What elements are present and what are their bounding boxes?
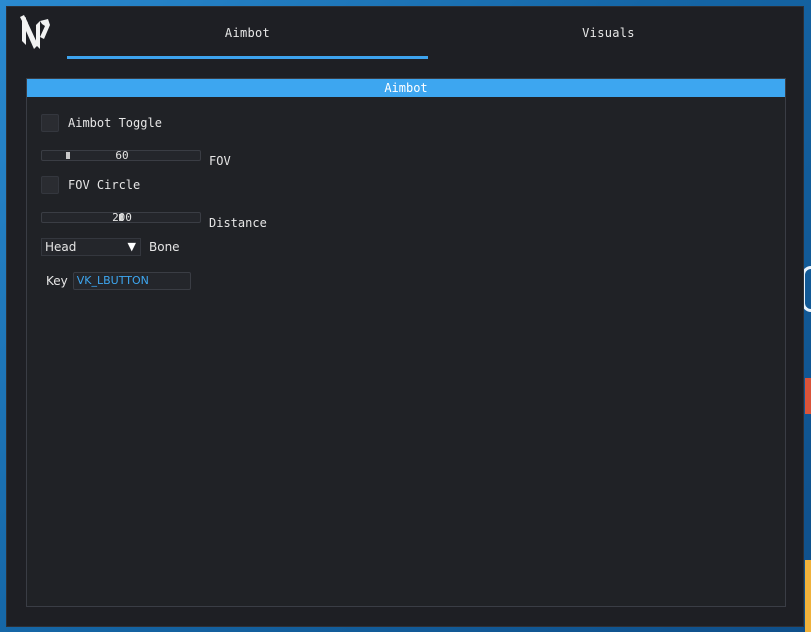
key-label: Key — [46, 274, 68, 288]
tab-visuals[interactable]: Visuals — [428, 7, 789, 59]
cheat-menu-window: Aimbot Visuals Aimbot Aimbot Toggle 60 F… — [6, 6, 804, 627]
triangle-down-icon[interactable]: ▼ — [128, 240, 136, 254]
fov-circle-row: FOV Circle — [41, 175, 140, 195]
distance-slider-row: 200 Distance — [41, 207, 267, 230]
aimbot-panel: Aimbot Aimbot Toggle 60 FOV FOV Circle 2… — [26, 78, 786, 607]
panel-title: Aimbot — [27, 79, 785, 97]
distance-slider[interactable]: 200 — [41, 211, 201, 224]
fov-slider[interactable]: 60 — [41, 149, 201, 162]
fov-circle-checkbox[interactable] — [41, 176, 59, 194]
desktop-icon-partial — [805, 560, 811, 632]
aimbot-toggle-checkbox[interactable] — [41, 114, 59, 132]
bone-combo-value: Head — [45, 240, 77, 254]
app-logo-icon — [20, 15, 52, 53]
fov-label: FOV — [209, 154, 231, 168]
aimbot-toggle-label: Aimbot Toggle — [68, 116, 162, 130]
fov-slider-row: 60 FOV — [41, 145, 231, 168]
fov-slider-grab[interactable] — [66, 151, 70, 159]
tab-aimbot[interactable]: Aimbot — [67, 7, 428, 59]
bone-combo[interactable]: Head ▼ — [41, 238, 141, 256]
bone-label: Bone — [149, 240, 180, 254]
distance-slider-grab[interactable] — [119, 213, 123, 221]
key-row: Key VK_LBUTTON — [46, 271, 191, 291]
distance-label: Distance — [209, 216, 267, 230]
bone-combo-row: Head ▼ Bone — [41, 237, 180, 257]
key-bind-button[interactable]: VK_LBUTTON — [72, 272, 191, 290]
desktop-icon-partial — [805, 378, 811, 414]
aimbot-toggle-row: Aimbot Toggle — [41, 113, 162, 133]
tab-bar: Aimbot Visuals — [67, 7, 799, 59]
fov-circle-label: FOV Circle — [68, 178, 141, 192]
